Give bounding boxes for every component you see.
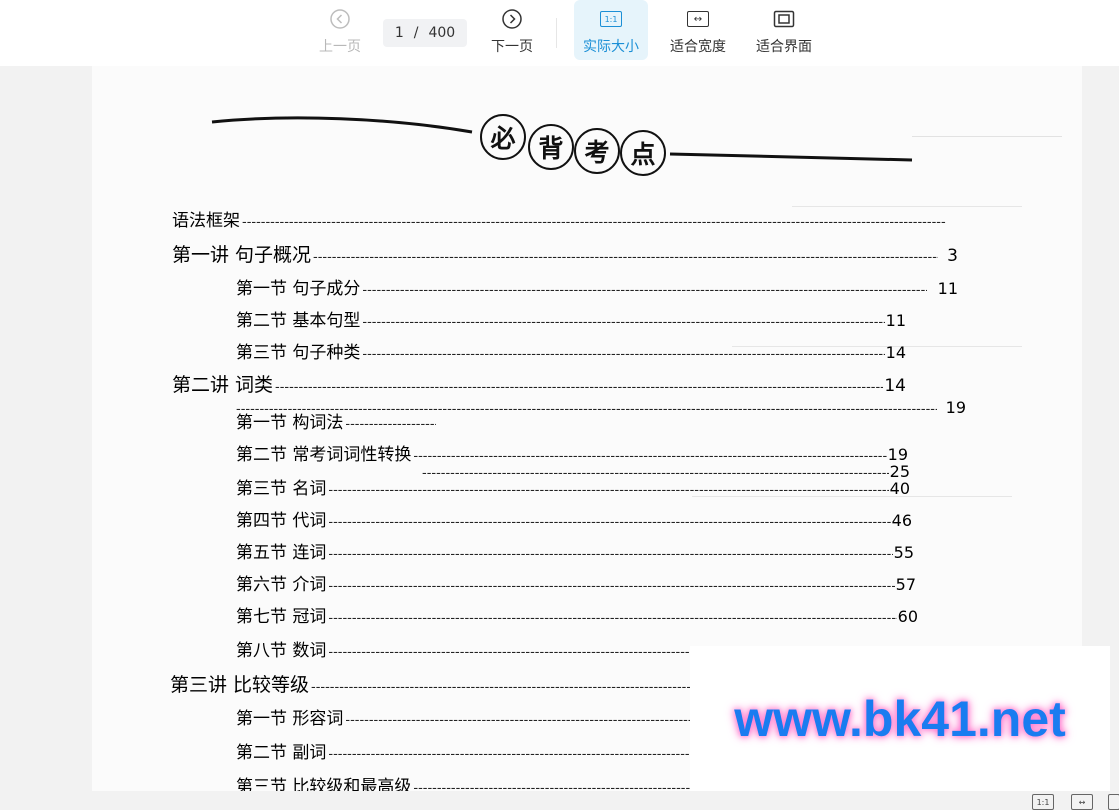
fit-page-label: 适合界面 [756,39,812,55]
fit-page-button[interactable]: 适合界面 [750,0,818,60]
page-indicator[interactable]: 1 / 400 [383,19,467,47]
toc-row[interactable]: 第一节 句子成分 --------------------------------… [236,274,958,300]
title-char-1: 必 [480,114,526,160]
toc-row[interactable]: 第三节 名词 ----------------------------------… [236,474,910,500]
title-char-2: 背 [528,124,574,170]
page-current[interactable]: 1 [395,25,404,41]
toc-row[interactable]: 第二讲 词类 ----------------------------------… [172,370,906,396]
next-page-button[interactable]: 下一页 [484,0,540,60]
toolbar-divider [556,18,557,48]
fit-page-small-icon[interactable] [1108,794,1119,810]
chevron-left-circle-icon [329,8,351,30]
toc-row[interactable]: 第一讲 句子概况 --------------------------------… [172,240,958,266]
title-char-4: 点 [620,130,666,176]
toc-row[interactable]: 第七节 冠词 ----------------------------------… [236,602,918,628]
viewer-toolbar: 上一页 1 / 400 下一页 1:1 实际大小 ↔ 适合宽度 适合界面 [0,0,1119,66]
actual-size-button[interactable]: 1:1 实际大小 [574,0,648,60]
toc-row[interactable]: 第四节 代词 ----------------------------------… [236,506,912,532]
actual-size-icon: 1:1 [600,8,622,30]
chevron-right-circle-icon [501,8,523,30]
status-bar: 1:1 ↔ [0,791,1119,810]
toc-row[interactable]: 第五节 连词 ----------------------------------… [236,538,914,564]
toc-row[interactable]: 第三讲 比较等级 --------------------------------… [170,670,692,696]
toc-row[interactable]: 第二节 基本句型 --------------------------------… [236,306,906,332]
page-separator: / [413,25,419,41]
toc-row[interactable]: 第三节 比较级和最高级 -----------------------------… [236,772,692,791]
actual-size-label: 实际大小 [583,39,639,55]
site-watermark: www.bk41.net [690,646,1110,791]
toc-row[interactable]: 第二节 副词 ----------------------------------… [236,738,692,764]
toc-row[interactable]: 第一节 形容词 ---------------------------------… [236,704,692,730]
title-char-3: 考 [574,128,620,174]
fit-width-button[interactable]: ↔ 适合宽度 [664,0,732,60]
fit-width-label: 适合宽度 [670,39,726,55]
bleed-line [912,136,1062,137]
actual-size-small-icon[interactable]: 1:1 [1032,794,1054,810]
fit-width-icon: ↔ [687,8,709,30]
fit-width-small-icon[interactable]: ↔ [1071,794,1093,810]
toc-row[interactable]: 第一节 构词法 --------------------- [236,408,436,434]
prev-page-label: 上一页 [319,39,361,55]
fit-page-icon [773,8,795,30]
page-total: 400 [428,25,456,41]
prev-page-button[interactable]: 上一页 [312,0,368,60]
toc-row[interactable]: 第六节 介词 ----------------------------------… [236,570,916,596]
toc-row[interactable]: 语法框架 ------------------------------------… [172,206,952,232]
toc-row[interactable]: 第八节 数词 ----------------------------------… [236,636,692,662]
next-page-label: 下一页 [491,39,533,55]
toc-row[interactable]: 第三节 句子种类 --------------------------------… [236,338,906,364]
